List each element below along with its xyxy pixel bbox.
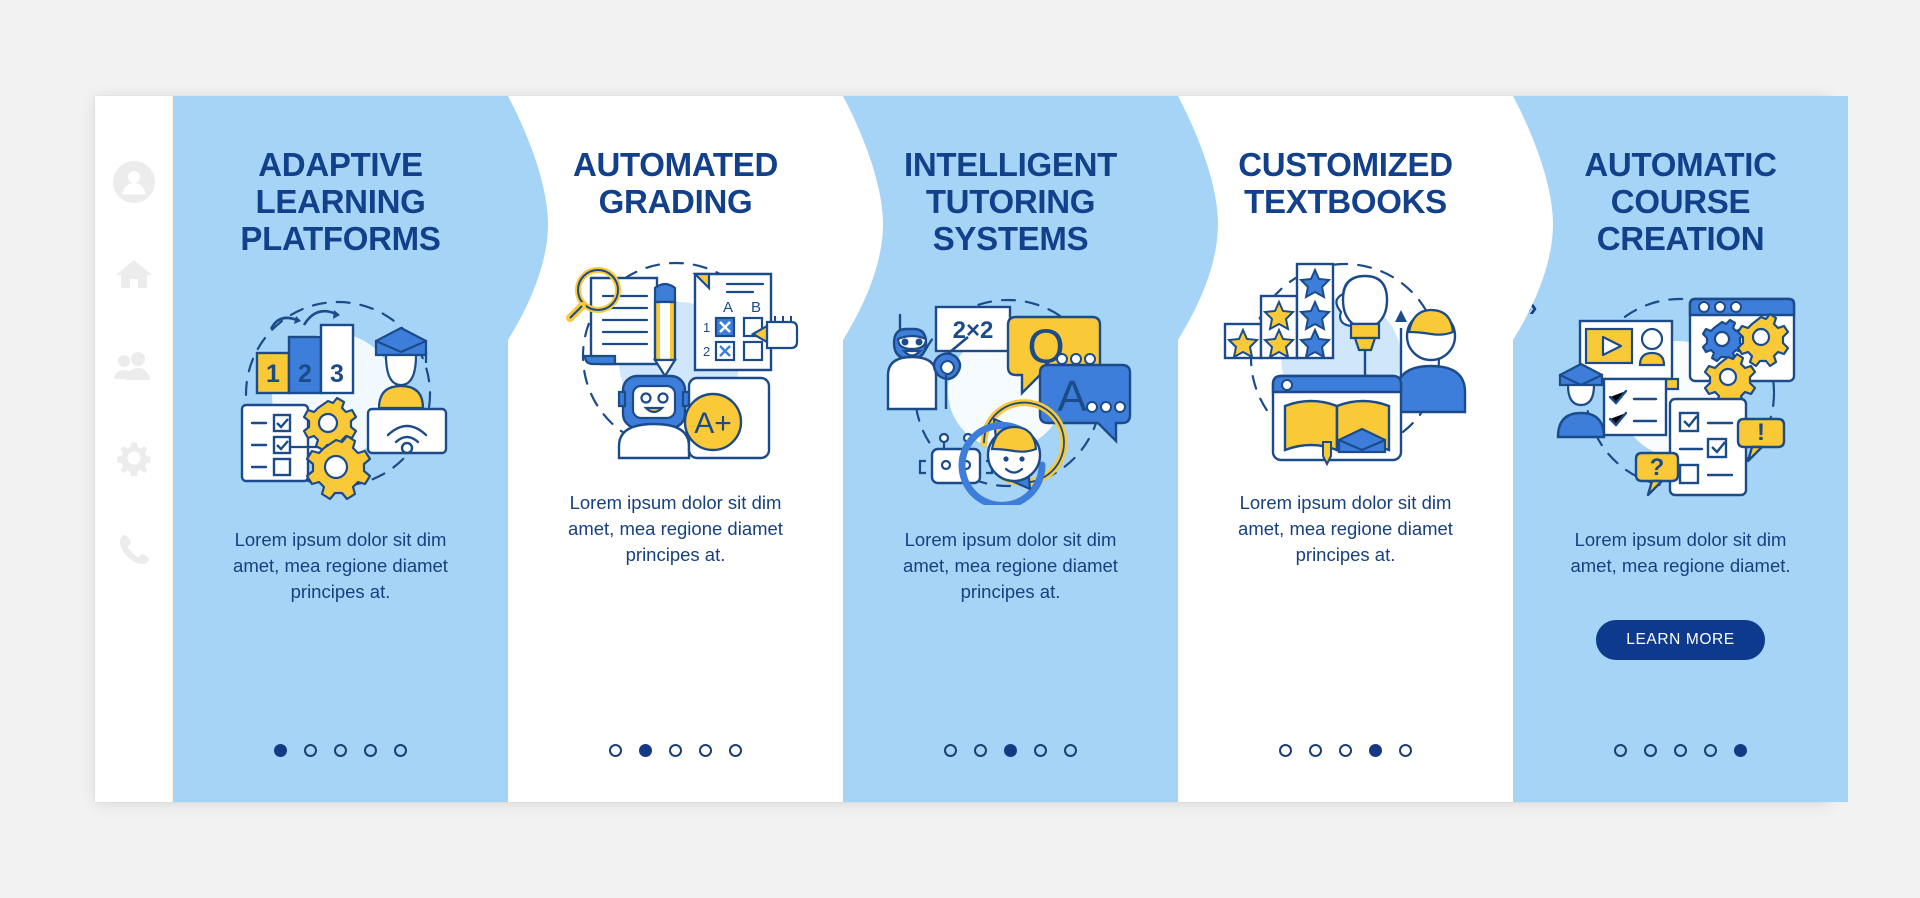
card-illustration: 2×2 Q A (886, 283, 1136, 505)
home-icon (115, 260, 152, 288)
pagination-dot-1[interactable] (609, 744, 622, 757)
pagination-dot-5[interactable] (729, 744, 742, 757)
onboarding-card-adaptive-learning-platforms: ADAPTIVE LEARNING PLATFORMS 1 2 3 Lorem … (173, 96, 548, 802)
pagination-dot-2[interactable] (974, 744, 987, 757)
svg-text:!: ! (1757, 419, 1765, 446)
card-description: Lorem ipsum dolor sit dim amet, mea regi… (1238, 492, 1453, 565)
svg-text:?: ? (1649, 454, 1664, 481)
pagination-dot-3-active[interactable] (1004, 744, 1017, 757)
sidebar-item-community[interactable] (112, 344, 156, 388)
illustration-adaptive-learning: 1 2 3 (240, 300, 447, 501)
pagination-dot-4[interactable] (1034, 744, 1047, 757)
card-title: AUTOMATED GRADING (572, 146, 779, 220)
card-title: CUSTOMIZED TEXTBOOKS (1238, 146, 1453, 220)
phone-icon (119, 535, 149, 564)
card-description: Lorem ipsum dolor sit dim amet, mea regi… (568, 492, 783, 565)
svg-text:2: 2 (703, 344, 710, 359)
pagination-dot-5[interactable] (394, 744, 407, 757)
svg-text:A+: A+ (694, 407, 732, 440)
onboarding-card-customized-textbooks: CUSTOMIZED TEXTBOOKS Lorem ipsum dolor s… (1178, 96, 1553, 802)
pagination-dot-5[interactable] (1399, 744, 1412, 757)
svg-text:1: 1 (266, 360, 280, 388)
pagination-dot-4[interactable] (364, 744, 377, 757)
pagination-dot-2[interactable] (1309, 744, 1322, 757)
svg-text:2: 2 (298, 360, 312, 388)
card-description: Lorem ipsum dolor sit dim amet, mea regi… (903, 529, 1118, 602)
onboarding-card-automatic-course-creation: AUTOMATIC COURSE CREATION ! ? Lorem ipsu… (1513, 96, 1848, 802)
sidebar-item-profile[interactable] (112, 160, 156, 204)
svg-text:A: A (1057, 372, 1087, 421)
card-title: AUTOMATIC COURSE CREATION (1584, 146, 1777, 257)
pagination-dots (1178, 744, 1513, 757)
pagination-dot-2[interactable] (304, 744, 317, 757)
illustration-customized-textbooks (1223, 262, 1466, 467)
card-illustration: A B 1 2 A+ (551, 246, 801, 468)
onboarding-card-intelligent-tutoring-systems: INTELLIGENT TUTORING SYSTEMS 2×2 Q A Lor… (843, 96, 1218, 802)
pagination-dots (508, 744, 843, 757)
sidebar-item-contact[interactable] (112, 528, 156, 572)
pagination-dot-5[interactable] (1064, 744, 1077, 757)
illustration-automated-grading: A B 1 2 A+ (565, 261, 798, 460)
card-description: Lorem ipsum dolor sit dim amet, mea regi… (1570, 529, 1791, 576)
card-illustration (1221, 246, 1471, 468)
pagination-dot-3[interactable] (1339, 744, 1352, 757)
sidebar-item-home[interactable] (112, 252, 156, 296)
svg-text:B: B (751, 299, 761, 316)
illustration-automatic-course-creation: ! ? (1556, 297, 1795, 497)
people-group-icon (113, 352, 150, 380)
pagination-dot-4[interactable] (699, 744, 712, 757)
onboarding-card-automated-grading: AUTOMATED GRADING A B 1 2 A+ Lorem ipsum… (508, 96, 883, 802)
pagination-dots (173, 744, 508, 757)
pagination-dot-1[interactable] (944, 744, 957, 757)
learn-more-button[interactable]: LEARN MORE (1596, 619, 1765, 660)
pagination-dot-3[interactable] (669, 744, 682, 757)
pagination-dot-4-active[interactable] (1369, 744, 1382, 757)
pagination-dots (1513, 744, 1848, 757)
pagination-dot-4[interactable] (1704, 744, 1717, 757)
pagination-dot-2[interactable] (1644, 744, 1657, 757)
gear-icon (116, 442, 151, 477)
svg-text:3: 3 (330, 360, 344, 388)
sidebar-item-settings[interactable] (112, 436, 156, 480)
pagination-dot-1[interactable] (1279, 744, 1292, 757)
card-title: ADAPTIVE LEARNING PLATFORMS (240, 146, 441, 257)
onboarding-card-strip: ADAPTIVE LEARNING PLATFORMS 1 2 3 Lorem … (173, 96, 1848, 802)
pagination-dot-1-active[interactable] (274, 744, 287, 757)
pagination-dot-3[interactable] (1674, 744, 1687, 757)
card-illustration: 1 2 3 (216, 283, 466, 505)
pagination-dot-1[interactable] (1614, 744, 1627, 757)
pagination-dots (843, 744, 1178, 757)
svg-text:1: 1 (703, 320, 710, 335)
onboarding-screen: ADAPTIVE LEARNING PLATFORMS 1 2 3 Lorem … (95, 96, 1848, 802)
pagination-dot-2-active[interactable] (639, 744, 652, 757)
svg-text:A: A (723, 299, 733, 316)
sidebar (95, 96, 173, 802)
user-avatar-icon (112, 161, 155, 203)
illustration-intelligent-tutoring: 2×2 Q A (886, 298, 1131, 505)
svg-text:2×2: 2×2 (952, 317, 993, 344)
card-description: Lorem ipsum dolor sit dim amet, mea regi… (233, 529, 448, 602)
pagination-dot-3[interactable] (334, 744, 347, 757)
pagination-dot-5-active[interactable] (1734, 744, 1747, 757)
card-illustration: ! ? (1556, 283, 1806, 505)
card-title: INTELLIGENT TUTORING SYSTEMS (903, 146, 1118, 257)
